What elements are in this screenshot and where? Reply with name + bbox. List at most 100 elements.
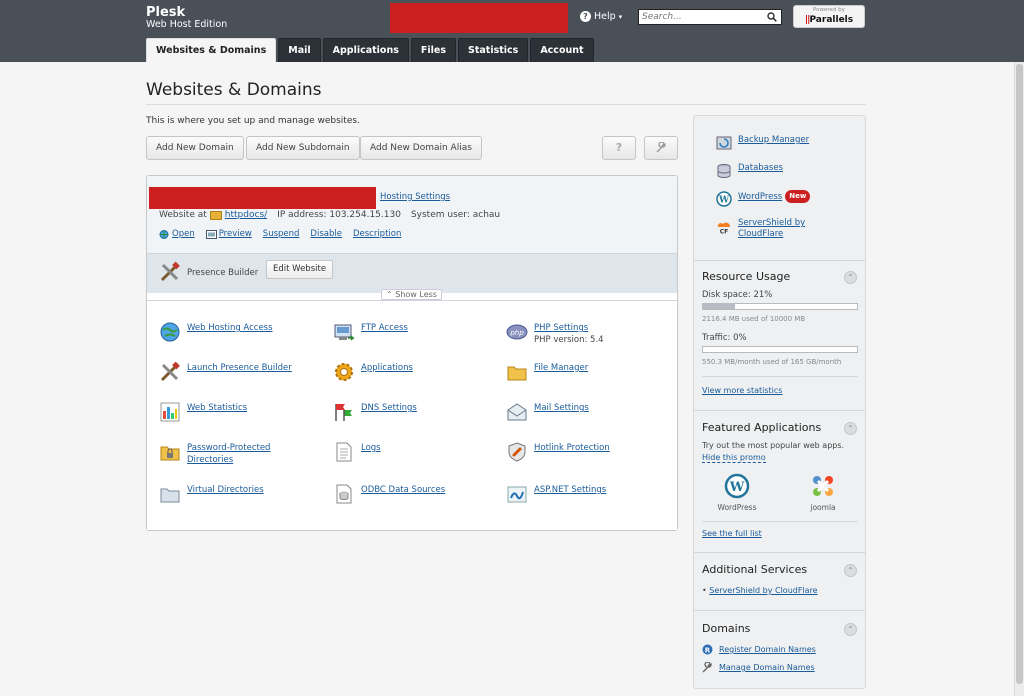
- database-icon: [717, 164, 731, 178]
- logs-link[interactable]: Logs: [361, 441, 381, 454]
- sidebar-servershield[interactable]: CF ServerShield by CloudFlare: [716, 218, 805, 240]
- additional-services-title: Additional Services: [702, 563, 808, 576]
- sidebar-wordpress[interactable]: W WordPress New: [716, 190, 811, 207]
- vertical-scrollbar[interactable]: [1014, 62, 1024, 696]
- register-domains-item[interactable]: R Register Domain Names: [702, 644, 816, 655]
- password-protected-dirs-link[interactable]: Password-Protected Directories: [187, 442, 270, 466]
- tool-password-protected-dirs[interactable]: Password-Protected Directories: [159, 441, 270, 466]
- sidebar-divider: [702, 376, 858, 377]
- php-settings-link[interactable]: PHP Settings: [534, 323, 588, 333]
- tool-launch-builder[interactable]: Launch Presence Builder: [159, 361, 292, 383]
- search-input[interactable]: [639, 10, 759, 24]
- disable-link[interactable]: Disable: [310, 229, 342, 239]
- domain-actions: Open Preview Suspend Disable Description: [159, 229, 401, 239]
- view-more-statistics-link[interactable]: View more statistics: [702, 386, 782, 395]
- tool-hotlink-protection[interactable]: Hotlink Protection: [506, 441, 610, 463]
- collapse-domains-button[interactable]: ⌃: [844, 623, 857, 636]
- tab-websites-domains[interactable]: Websites & Domains: [146, 38, 277, 62]
- wrench-icon: [702, 662, 713, 673]
- preview-link[interactable]: Preview: [219, 229, 252, 239]
- hide-promo-link[interactable]: Hide this promo: [702, 453, 766, 463]
- brand-title[interactable]: Plesk: [146, 5, 185, 20]
- collapse-resource-button[interactable]: ⌃: [844, 271, 857, 284]
- tab-account[interactable]: Account: [530, 38, 594, 62]
- servershield-service-link[interactable]: ServerShield by CloudFlare: [709, 586, 817, 595]
- tool-aspnet[interactable]: ASP.NET Settings: [506, 483, 606, 505]
- ftp-icon: [334, 324, 355, 341]
- tab-mail[interactable]: Mail: [278, 38, 321, 62]
- tab-files[interactable]: Files: [410, 38, 456, 62]
- open-link[interactable]: Open: [172, 229, 195, 239]
- help-menu[interactable]: ? Help ▾: [580, 11, 622, 22]
- app-wordpress[interactable]: W WordPress: [707, 473, 767, 512]
- chevron-down-icon: ▾: [618, 12, 623, 21]
- tool-ftp-access[interactable]: FTP Access: [333, 321, 408, 343]
- tool-odbc[interactable]: ODBC Data Sources: [333, 483, 445, 505]
- backup-manager-link[interactable]: Backup Manager: [738, 135, 809, 146]
- ftp-access-link[interactable]: FTP Access: [361, 321, 408, 334]
- show-less-toggle[interactable]: ⌃ Show Less: [381, 289, 442, 300]
- tool-web-hosting-access[interactable]: Web Hosting Access: [159, 321, 273, 343]
- tool-file-manager[interactable]: File Manager: [506, 361, 588, 383]
- title-divider: [146, 104, 866, 105]
- sidebar-divider: [694, 260, 865, 261]
- applications-link[interactable]: Applications: [361, 361, 413, 374]
- virtual-directories-link[interactable]: Virtual Directories: [187, 483, 264, 496]
- domain-header: Hosting Settings Website at httpdocs/ IP…: [147, 176, 677, 253]
- traffic-bar: [702, 346, 858, 353]
- suspend-link[interactable]: Suspend: [263, 229, 300, 239]
- tool-applications[interactable]: Applications: [333, 361, 413, 383]
- sidebar-backup[interactable]: Backup Manager: [716, 135, 809, 151]
- help-button[interactable]: ?: [602, 136, 636, 160]
- file-manager-link[interactable]: File Manager: [534, 361, 588, 374]
- register-domain-names-link[interactable]: Register Domain Names: [719, 644, 816, 655]
- sidebar-databases[interactable]: Databases: [716, 163, 783, 179]
- app-joomla[interactable]: joomla: [793, 473, 853, 512]
- launch-builder-link[interactable]: Launch Presence Builder: [187, 361, 292, 374]
- add-domain-alias-button[interactable]: Add New Domain Alias: [360, 136, 482, 160]
- shield-link-icon: [508, 442, 526, 462]
- tool-logs[interactable]: Logs: [333, 441, 381, 463]
- see-full-list-link[interactable]: See the full list: [702, 529, 762, 538]
- manage-domains-item[interactable]: Manage Domain Names: [702, 662, 815, 673]
- add-subdomain-button[interactable]: Add New Subdomain: [246, 136, 360, 160]
- svg-text:W: W: [729, 480, 745, 495]
- tab-applications[interactable]: Applications: [322, 38, 409, 62]
- databases-link[interactable]: Databases: [738, 163, 783, 174]
- joomla-icon: [813, 476, 833, 496]
- aspnet-link[interactable]: ASP.NET Settings: [534, 483, 606, 496]
- collapse-additional-button[interactable]: ⌃: [844, 564, 857, 577]
- wrench-icon: [656, 141, 667, 153]
- tool-virtual-directories[interactable]: Virtual Directories: [159, 483, 264, 505]
- docroot-link[interactable]: httpdocs/: [225, 210, 267, 220]
- parallels-logo[interactable]: Powered by ||Parallels: [793, 5, 865, 28]
- mail-settings-link[interactable]: Mail Settings: [534, 401, 589, 414]
- featured-apps-title: Featured Applications: [702, 421, 822, 434]
- web-statistics-link[interactable]: Web Statistics: [187, 401, 247, 414]
- settings-button[interactable]: [644, 136, 678, 160]
- scrollbar-thumb[interactable]: [1016, 64, 1023, 684]
- web-hosting-access-link[interactable]: Web Hosting Access: [187, 321, 273, 334]
- folder-icon: [209, 210, 222, 220]
- tool-php-settings[interactable]: php PHP Settings PHP version: 5.4: [506, 321, 604, 346]
- add-domain-button[interactable]: Add New Domain: [146, 136, 244, 160]
- dns-settings-link[interactable]: DNS Settings: [361, 401, 417, 414]
- description-link[interactable]: Description: [353, 229, 401, 239]
- collapse-featured-button[interactable]: ⌃: [844, 422, 857, 435]
- odbc-link[interactable]: ODBC Data Sources: [361, 483, 445, 496]
- edit-website-button[interactable]: Edit Website: [266, 260, 334, 279]
- tool-mail-settings[interactable]: Mail Settings: [506, 401, 589, 423]
- tab-statistics[interactable]: Statistics: [457, 38, 529, 62]
- hosting-settings-link[interactable]: Hosting Settings: [380, 192, 450, 202]
- hotlink-protection-link[interactable]: Hotlink Protection: [534, 441, 610, 454]
- tool-dns-settings[interactable]: DNS Settings: [333, 401, 417, 423]
- manage-domain-names-link[interactable]: Manage Domain Names: [719, 662, 815, 673]
- sidebar-divider: [694, 410, 865, 411]
- document-icon: [336, 442, 352, 462]
- globe-user-icon: [160, 322, 180, 342]
- chevron-up-icon: ⌃: [847, 566, 854, 575]
- servershield-link[interactable]: ServerShield by CloudFlare: [738, 218, 805, 240]
- search-icon[interactable]: [767, 12, 777, 22]
- tool-web-statistics[interactable]: Web Statistics: [159, 401, 247, 423]
- wordpress-link[interactable]: WordPress: [738, 192, 782, 202]
